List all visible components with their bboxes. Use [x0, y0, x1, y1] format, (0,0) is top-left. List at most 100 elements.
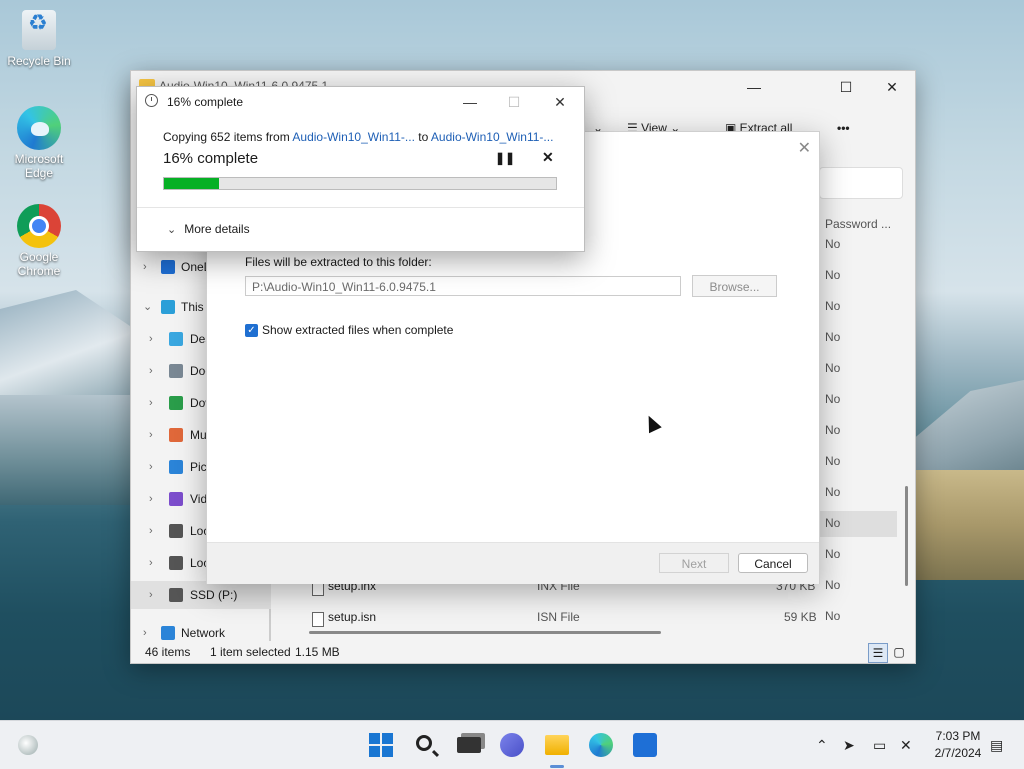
file-icon [312, 612, 324, 627]
nav-item[interactable]: › SSD (P:) [131, 581, 271, 609]
copy-description: Copying 652 items from Audio-Win10_Win11… [163, 130, 554, 144]
progress-percent: 16% complete [163, 150, 259, 167]
desktop-icon-label: Recycle Bin [7, 54, 71, 68]
password-cell: No [825, 392, 841, 406]
volume-muted-icon[interactable]: ✕ [900, 737, 912, 754]
file-type: ISN File [537, 610, 580, 624]
pause-icon[interactable]: ❚❚ [495, 151, 515, 165]
copy-progress-dialog: 16% complete — ☐ ✕ Copying 652 items fro… [136, 86, 585, 252]
desktop-icon-label: Microsoft Edge [14, 152, 64, 180]
search-input[interactable] [819, 167, 903, 199]
nav-item-icon [161, 626, 175, 640]
chevron-right-icon[interactable]: › [149, 357, 153, 385]
search-icon[interactable] [416, 735, 432, 751]
taskbar: ⌃ ➤ ▭ ✕ 7:03 PM 2/7/2024 ▤ [0, 720, 1024, 769]
desktop-icon-recycle-bin[interactable]: Recycle Bin [4, 10, 74, 68]
chevron-right-icon[interactable]: › [149, 421, 153, 449]
password-cell: No [825, 516, 841, 530]
notification-icon[interactable]: ▤ [990, 737, 1003, 754]
edge-icon [17, 106, 61, 150]
widgets-icon[interactable] [18, 735, 38, 755]
password-cell: No [825, 485, 841, 499]
wizard-footer: Next Cancel [207, 542, 819, 584]
password-cell: No [825, 423, 841, 437]
close-button[interactable]: ✕ [869, 71, 915, 103]
password-cell: No [825, 547, 841, 561]
password-cell: No [825, 330, 841, 344]
nav-item-icon [161, 300, 175, 314]
file-explorer-icon[interactable] [545, 735, 569, 755]
password-cell: No [825, 237, 841, 251]
extract-path-input[interactable]: P:\Audio-Win10_Win11-6.0.9475.1 [245, 276, 681, 296]
location-icon[interactable]: ➤ [843, 737, 855, 754]
maximize-button[interactable]: ☐ [823, 71, 869, 103]
minimize-button[interactable]: — [455, 91, 485, 113]
edge-icon[interactable] [589, 733, 613, 757]
extract-folder-label: Files will be extracted to this folder: [245, 255, 432, 269]
chevron-down-icon[interactable]: ⌄ [143, 293, 152, 321]
chrome-icon [17, 204, 61, 248]
stop-icon[interactable]: ✕ [542, 149, 554, 166]
nav-item-icon [169, 364, 183, 378]
next-button[interactable]: Next [659, 553, 729, 573]
chevron-right-icon[interactable]: › [143, 253, 147, 281]
chevron-right-icon[interactable]: › [149, 581, 153, 609]
source-folder-link[interactable]: Audio-Win10_Win11-... [292, 130, 415, 144]
more-details-toggle[interactable]: ⌄ More details [167, 222, 250, 236]
task-view-icon[interactable] [457, 737, 481, 753]
chevron-up-icon[interactable]: ⌃ [816, 737, 828, 754]
nav-item-icon [169, 428, 183, 442]
start-icon[interactable] [369, 733, 393, 757]
clock-date[interactable]: 2/7/2024 [928, 746, 988, 760]
tiles-view-icon[interactable]: ▢ [890, 643, 908, 661]
destination-folder-link[interactable]: Audio-Win10_Win11-... [431, 130, 554, 144]
vertical-scrollbar[interactable] [905, 486, 908, 586]
chevron-right-icon[interactable]: › [149, 485, 153, 513]
column-header-password[interactable]: Password ... [825, 217, 891, 231]
show-files-label[interactable]: Show extracted files when complete [262, 323, 453, 337]
browse-button[interactable]: Browse... [692, 275, 777, 297]
status-size: 1.15 MB [295, 645, 340, 659]
clock-time[interactable]: 7:03 PM [930, 729, 986, 743]
nav-item-icon [169, 396, 183, 410]
wizard-close-icon[interactable]: ✕ [798, 138, 811, 158]
nav-item-icon [169, 460, 183, 474]
details-view-icon[interactable]: ☰ [868, 643, 888, 663]
desktop-icon-chrome[interactable]: Google Chrome [4, 204, 74, 278]
horizontal-scrollbar[interactable] [309, 631, 661, 634]
status-item-count: 46 items [145, 645, 191, 659]
store-icon[interactable] [633, 733, 657, 757]
password-cell: No [825, 361, 841, 375]
progress-bar-fill [164, 178, 219, 189]
chevron-right-icon[interactable]: › [149, 325, 153, 353]
maximize-button: ☐ [507, 94, 521, 110]
nav-item-icon [169, 492, 183, 506]
nav-item-label: SSD (P:) [190, 588, 238, 602]
file-name: setup.isn [328, 610, 377, 624]
divider [137, 207, 584, 208]
more-options-button[interactable]: ••• [837, 121, 850, 135]
desktop-icon-label: Google Chrome [17, 250, 61, 278]
network-icon[interactable]: ▭ [873, 737, 886, 754]
show-files-checkbox[interactable]: ✓ [245, 324, 258, 337]
chevron-right-icon[interactable]: › [149, 517, 153, 545]
recycle-bin-icon [22, 10, 56, 50]
nav-item-icon [169, 332, 183, 346]
status-selected: 1 item selected [210, 645, 291, 659]
wallpaper-shore-left [0, 395, 135, 505]
password-cell: No [825, 454, 841, 468]
chat-icon[interactable] [500, 733, 524, 757]
progress-dialog-title: 16% complete [167, 95, 244, 109]
chevron-right-icon[interactable]: › [149, 389, 153, 417]
wallpaper-grass-right [905, 470, 1024, 580]
cancel-button[interactable]: Cancel [738, 553, 808, 573]
chevron-right-icon[interactable]: › [149, 549, 153, 577]
file-size: 59 KB [784, 610, 817, 624]
nav-item-icon [169, 588, 183, 602]
password-cell: No [825, 299, 841, 313]
close-button[interactable]: ✕ [545, 91, 575, 113]
chevron-right-icon[interactable]: › [149, 453, 153, 481]
desktop-icon-edge[interactable]: Microsoft Edge [4, 106, 74, 180]
minimize-button[interactable]: — [731, 71, 777, 103]
chevron-down-icon: ⌄ [167, 224, 177, 236]
